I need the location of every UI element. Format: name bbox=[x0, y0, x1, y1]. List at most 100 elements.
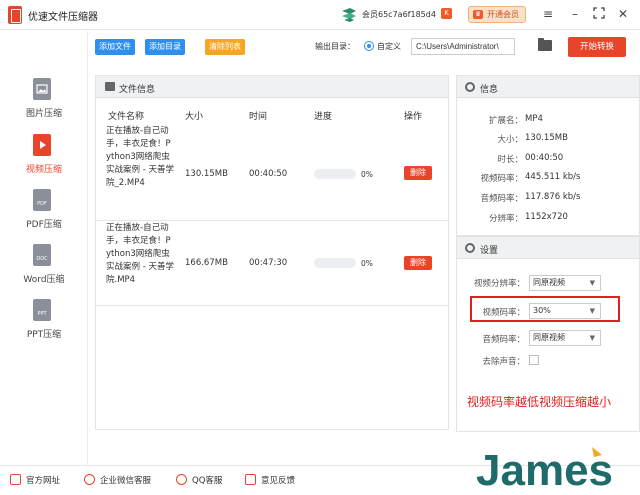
image-file-icon bbox=[33, 78, 51, 100]
open-vip-button[interactable]: ♛ 开通会员 bbox=[468, 6, 526, 23]
app-logo-icon bbox=[8, 6, 22, 24]
info-value: 130.15MB bbox=[525, 133, 568, 143]
sidebar-item-pdf[interactable]: PDF PDF压缩 bbox=[0, 189, 88, 241]
column-header-size: 大小 bbox=[185, 112, 204, 122]
file-panel-header: 文件信息 bbox=[96, 76, 448, 98]
open-vip-label: 开通会员 bbox=[487, 10, 519, 19]
sidebar-item-label: 图片压缩 bbox=[25, 109, 62, 119]
annotation-text: 视频码率越低视频压缩越小 bbox=[467, 395, 612, 409]
app-title: 优速文件压缩器 bbox=[28, 12, 98, 23]
official-site-link[interactable]: 官方网址 bbox=[10, 474, 60, 486]
info-key: 时长： bbox=[497, 155, 523, 165]
file-list-panel: 文件信息 文件名称 大小 时间 进度 操作 正在播放-自己动手，丰衣足食！Pyt… bbox=[95, 75, 449, 430]
toolbar: 添加文件 添加目录 清除列表 输出目录： 自定义 C:\Users\Admini… bbox=[89, 31, 640, 67]
sidebar-item-label: 视频压缩 bbox=[25, 165, 62, 175]
info-value: 445.511 kb/s bbox=[525, 172, 581, 182]
start-convert-button[interactable]: 开始转换 bbox=[568, 37, 626, 57]
sidebar-item-label: Word压缩 bbox=[23, 275, 65, 285]
progress-bar bbox=[314, 169, 356, 179]
info-key: 视频码率： bbox=[480, 174, 523, 184]
crown-icon: ♛ bbox=[473, 10, 483, 19]
file-panel-title: 文件信息 bbox=[119, 85, 156, 95]
info-key: 分辨率： bbox=[488, 214, 523, 224]
delete-button[interactable]: 删除 bbox=[404, 166, 432, 180]
output-directory-label: 输出目录： bbox=[315, 42, 355, 51]
info-key: 音频码率： bbox=[480, 194, 523, 204]
file-info-icon bbox=[105, 82, 115, 91]
feedback-link[interactable]: 意见反馈 bbox=[245, 474, 295, 486]
bottom-link-label: 意见反馈 bbox=[261, 476, 296, 486]
column-header-name: 文件名称 bbox=[108, 112, 145, 122]
info-panel-title: 信息 bbox=[480, 85, 499, 95]
minimize-icon[interactable]: – bbox=[568, 7, 582, 21]
member-badge: K bbox=[441, 8, 452, 19]
folder-icon[interactable] bbox=[538, 38, 552, 51]
file-size: 166.67MB bbox=[185, 258, 228, 268]
column-header-action: 操作 bbox=[404, 112, 423, 122]
wechat-icon bbox=[84, 474, 95, 485]
info-key: 大小： bbox=[497, 135, 523, 145]
video-file-icon bbox=[33, 134, 51, 156]
gear-icon bbox=[465, 82, 475, 92]
info-panel-header: 信息 bbox=[457, 76, 639, 98]
close-icon[interactable]: ✕ bbox=[616, 7, 630, 21]
home-icon bbox=[10, 474, 21, 485]
progress-bar bbox=[314, 258, 356, 268]
wechat-service-link[interactable]: 企业微信客服 bbox=[84, 474, 151, 486]
sidebar-item-label: PPT压缩 bbox=[26, 330, 62, 340]
setting-label: 去除声音： bbox=[482, 357, 525, 367]
maximize-icon[interactable] bbox=[592, 7, 606, 21]
settings-panel-title: 设置 bbox=[480, 246, 499, 256]
file-name: 正在播放-自己动手，丰衣足食！Python3网络爬虫实战案例 - 天善学院_2.… bbox=[106, 126, 174, 188]
audio-bitrate-select[interactable]: 同原视频 ▼ bbox=[529, 330, 601, 346]
column-header-progress: 进度 bbox=[314, 112, 333, 122]
setting-label: 音频码率： bbox=[482, 335, 525, 345]
progress-text: 0% bbox=[361, 170, 373, 179]
remove-audio-checkbox[interactable] bbox=[529, 355, 539, 365]
add-directory-button[interactable]: 添加目录 bbox=[145, 39, 185, 55]
settings-panel-header: 设置 bbox=[457, 237, 639, 259]
chevron-down-icon: ▼ bbox=[589, 279, 595, 287]
table-row[interactable]: 正在播放-自己动手，丰衣足食！Python3网络爬虫实战案例 - 天善学院_2.… bbox=[96, 125, 448, 221]
sidebar-item-label: PDF压缩 bbox=[26, 220, 62, 230]
file-name: 正在播放-自己动手，丰衣足食！Python3网络爬虫实战案例 - 天善学院.MP… bbox=[106, 223, 174, 285]
select-value: 同原视频 bbox=[533, 333, 565, 342]
bottom-link-label: QQ客服 bbox=[192, 476, 223, 486]
setting-label: 视频分辨率： bbox=[473, 279, 525, 289]
bottom-link-label: 官方网址 bbox=[26, 476, 61, 486]
clear-list-button[interactable]: 清除列表 bbox=[205, 39, 245, 55]
sidebar: 图片压缩 视频压缩 PDF PDF压缩 DOC Word压缩 PPT PPT压缩 bbox=[0, 31, 88, 465]
info-value: 1152x720 bbox=[525, 212, 568, 222]
table-row[interactable]: 正在播放-自己动手，丰衣足食！Python3网络爬虫实战案例 - 天善学院.MP… bbox=[96, 222, 448, 306]
qq-icon bbox=[176, 474, 187, 485]
file-duration: 00:40:50 bbox=[249, 169, 288, 179]
delete-button[interactable]: 删除 bbox=[404, 256, 432, 270]
watermark-text: James bbox=[476, 446, 613, 493]
pdf-file-icon: PDF bbox=[33, 189, 51, 211]
custom-dir-label: 自定义 bbox=[377, 42, 401, 51]
column-header-time: 时间 bbox=[249, 112, 268, 122]
ppt-file-icon: PPT bbox=[33, 299, 51, 321]
custom-dir-radio[interactable] bbox=[364, 41, 374, 51]
sidebar-item-word[interactable]: DOC Word压缩 bbox=[0, 244, 88, 296]
doc-file-icon: DOC bbox=[33, 244, 51, 266]
qq-service-link[interactable]: QQ客服 bbox=[176, 474, 222, 486]
output-path-input[interactable]: C:\Users\Administrator\ bbox=[411, 38, 515, 55]
add-file-button[interactable]: 添加文件 bbox=[95, 39, 135, 55]
info-value: 117.876 kb/s bbox=[525, 192, 581, 202]
watermark-logo: James bbox=[476, 446, 613, 493]
file-size: 130.15MB bbox=[185, 169, 228, 179]
menu-icon[interactable]: ≡ bbox=[541, 7, 555, 21]
member-logo-icon bbox=[342, 8, 356, 22]
chevron-down-icon: ▼ bbox=[589, 334, 595, 342]
gear-icon bbox=[465, 243, 475, 253]
media-info-panel: 信息 扩展名： MP4 大小： 130.15MB 时长： 00:40:50 视频… bbox=[456, 75, 640, 236]
sidebar-item-image[interactable]: 图片压缩 bbox=[0, 78, 88, 130]
sidebar-item-ppt[interactable]: PPT PPT压缩 bbox=[0, 299, 88, 351]
highlight-box bbox=[470, 296, 620, 322]
bottom-link-label: 企业微信客服 bbox=[100, 476, 152, 486]
select-value: 同原视频 bbox=[533, 278, 565, 287]
video-resolution-select[interactable]: 同原视频 ▼ bbox=[529, 275, 601, 291]
member-id[interactable]: 会员65c7a6f185d4 bbox=[362, 9, 436, 20]
sidebar-item-video[interactable]: 视频压缩 bbox=[0, 134, 88, 186]
